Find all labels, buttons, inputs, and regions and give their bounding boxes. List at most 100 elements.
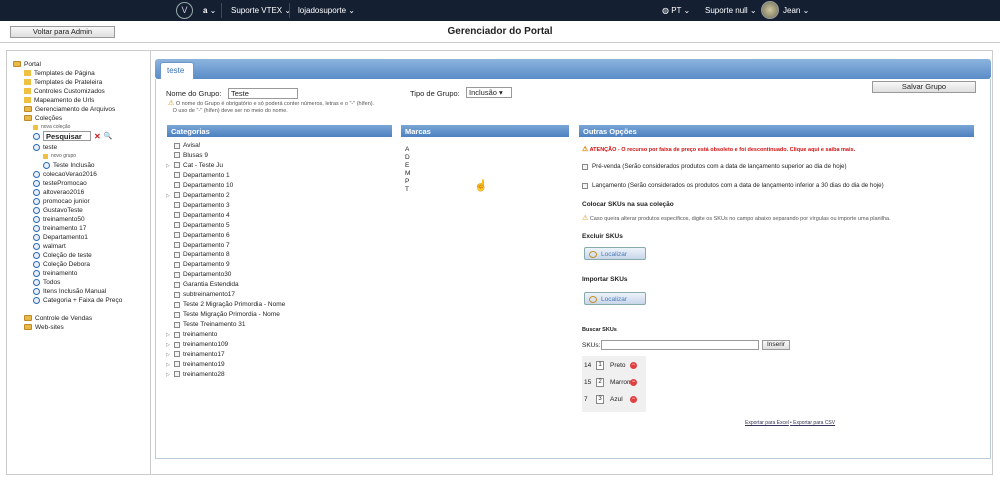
inserir-button[interactable]: Inserir xyxy=(762,340,790,350)
tree-item-collection[interactable]: Itens Inclusão Manual xyxy=(33,287,106,295)
remove-icon[interactable]: − xyxy=(630,379,637,386)
category-checkbox[interactable] xyxy=(174,261,180,268)
category-checkbox[interactable] xyxy=(174,281,180,288)
tree-item-teste[interactable]: teste xyxy=(33,143,57,151)
tree-item-colecoes[interactable]: Coleções xyxy=(24,114,62,122)
category-checkbox[interactable] xyxy=(174,301,180,308)
avatar[interactable] xyxy=(761,1,779,19)
tree-item-collection[interactable]: treinamento 17 xyxy=(33,224,86,232)
category-checkbox[interactable] xyxy=(174,212,180,219)
group-type-select[interactable]: Inclusão ▾ xyxy=(466,87,512,98)
tree-item-collection[interactable]: testePromocao xyxy=(33,179,87,187)
tree-item-collection[interactable]: Coleção Debora xyxy=(33,260,90,268)
category-item: Teste Treinamento 31 xyxy=(174,321,246,328)
clear-icon[interactable]: ✕ xyxy=(94,132,101,141)
category-checkbox[interactable] xyxy=(174,242,180,248)
sku-qty-input[interactable]: 3 xyxy=(596,395,604,404)
expand-arrow-icon[interactable]: ▷ xyxy=(166,372,170,378)
brand-letter[interactable]: E xyxy=(405,162,409,169)
brand-letter[interactable]: A xyxy=(405,146,409,153)
tree-search-input[interactable]: Pesquisar xyxy=(43,131,91,141)
tree-item[interactable]: Web-sites xyxy=(24,323,64,331)
support-null-menu[interactable]: Suporte null ⌄ xyxy=(705,6,757,15)
expand-arrow-icon[interactable]: ▷ xyxy=(166,352,170,358)
category-checkbox[interactable] xyxy=(174,271,180,278)
category-checkbox[interactable] xyxy=(174,232,180,239)
remove-icon[interactable]: − xyxy=(630,362,637,369)
tree-item-collection[interactable]: promocao junior xyxy=(33,197,90,205)
lancamento-checkbox[interactable] xyxy=(582,182,588,189)
category-checkbox[interactable] xyxy=(174,192,180,199)
category-item: Avisa! xyxy=(174,142,201,149)
tree-item[interactable]: Templates de Página xyxy=(24,69,95,77)
importar-localizar-button[interactable]: Localizar xyxy=(584,292,646,305)
language-menu[interactable]: ◍ PT ⌄ xyxy=(662,6,690,15)
category-checkbox[interactable] xyxy=(174,371,180,378)
export-csv-link[interactable]: • Exportar para CSV xyxy=(790,420,835,426)
deprecated-alert[interactable]: ⚠ ATENÇÃO - O recurso por faixa de preço… xyxy=(582,145,855,153)
expand-arrow-icon[interactable]: ▷ xyxy=(166,163,170,169)
tree-item[interactable]: Controles Customizados xyxy=(24,87,105,95)
tree-item[interactable]: Controle de Vendas xyxy=(24,314,92,322)
tree-item-collection[interactable]: GustavoTeste xyxy=(33,206,83,214)
category-checkbox[interactable] xyxy=(174,311,180,318)
category-checkbox[interactable] xyxy=(174,331,180,338)
user-menu[interactable]: Jean ⌄ xyxy=(783,6,809,15)
brand-letter[interactable]: D xyxy=(405,154,410,161)
sku-qty-input[interactable]: 1 xyxy=(596,361,604,370)
expand-arrow-icon[interactable]: ▷ xyxy=(166,362,170,368)
excluir-localizar-button[interactable]: Localizar xyxy=(584,247,646,260)
category-checkbox[interactable] xyxy=(174,351,180,358)
tree-item-collection[interactable]: Departamento1 xyxy=(33,233,88,241)
category-checkbox[interactable] xyxy=(174,172,180,179)
remove-icon[interactable]: − xyxy=(630,396,637,403)
tree-item-teste-inclusao[interactable]: Teste Inclusão xyxy=(43,161,95,169)
tree-item-collection[interactable]: altoverao2016 xyxy=(33,188,84,196)
sku-row: 14 1 Preto − xyxy=(584,361,637,370)
category-checkbox[interactable] xyxy=(174,321,180,328)
group-name-input[interactable]: Teste xyxy=(228,88,298,99)
category-checkbox[interactable] xyxy=(174,341,180,348)
store-menu[interactable]: lojadosuporte ⌄ xyxy=(298,6,355,15)
tree-item[interactable]: Templates de Prateleira xyxy=(24,78,102,86)
category-checkbox[interactable] xyxy=(174,291,180,298)
tree-item-collection[interactable]: Todos xyxy=(33,278,60,286)
tree-item-collection[interactable]: Categoria + Faixa de Preço xyxy=(33,296,122,304)
category-checkbox[interactable] xyxy=(174,152,180,159)
category-checkbox[interactable] xyxy=(174,361,180,368)
sku-qty-input[interactable]: 2 xyxy=(596,378,604,387)
brand-letter[interactable]: P xyxy=(405,178,409,185)
new-group-link[interactable]: novo grupo xyxy=(43,152,76,160)
new-collection-link[interactable]: nova coleção xyxy=(33,123,70,131)
category-checkbox[interactable] xyxy=(174,251,180,258)
category-checkbox[interactable] xyxy=(174,202,180,209)
skus-input[interactable] xyxy=(601,340,759,350)
tree-item-collection[interactable]: Coleção de teste xyxy=(33,251,92,259)
search-icon[interactable]: 🔍 xyxy=(104,132,113,140)
brand-letter[interactable]: T xyxy=(405,186,409,193)
tab-teste[interactable]: teste xyxy=(160,62,194,79)
vtex-logo-icon[interactable]: V xyxy=(176,2,193,19)
expand-arrow-icon[interactable]: ▷ xyxy=(166,342,170,348)
collection-icon xyxy=(33,251,40,259)
tree-root-portal[interactable]: Portal xyxy=(13,60,41,68)
tree-item[interactable]: Mapeamento de Urls xyxy=(24,96,94,104)
category-checkbox[interactable] xyxy=(174,182,180,189)
suporte-menu[interactable]: Suporte VTEX ⌄ xyxy=(231,6,291,15)
tree-item-collection[interactable]: treinamento50 xyxy=(33,215,85,223)
tree-item[interactable]: Gerenciamento de Arquivos xyxy=(24,105,115,113)
expand-arrow-icon[interactable]: ▷ xyxy=(166,332,170,338)
prevenda-checkbox[interactable] xyxy=(582,163,588,170)
expand-arrow-icon[interactable]: ▷ xyxy=(166,193,170,199)
importar-skus-title: Importar SKUs xyxy=(582,276,628,283)
brand-letter[interactable]: M xyxy=(405,170,410,177)
category-checkbox[interactable] xyxy=(174,222,180,229)
account-menu[interactable]: a ⌄ xyxy=(203,6,216,15)
save-group-button[interactable]: Salvar Grupo xyxy=(872,81,976,93)
tree-item-collection[interactable]: colecaoVerao2016 xyxy=(33,170,97,178)
category-checkbox[interactable] xyxy=(174,142,180,149)
category-checkbox[interactable] xyxy=(174,162,180,169)
tree-item-collection[interactable]: walmart xyxy=(33,242,66,250)
export-excel-link[interactable]: Exportar para Excel xyxy=(745,420,789,426)
tree-item-collection[interactable]: treinamento xyxy=(33,269,77,277)
